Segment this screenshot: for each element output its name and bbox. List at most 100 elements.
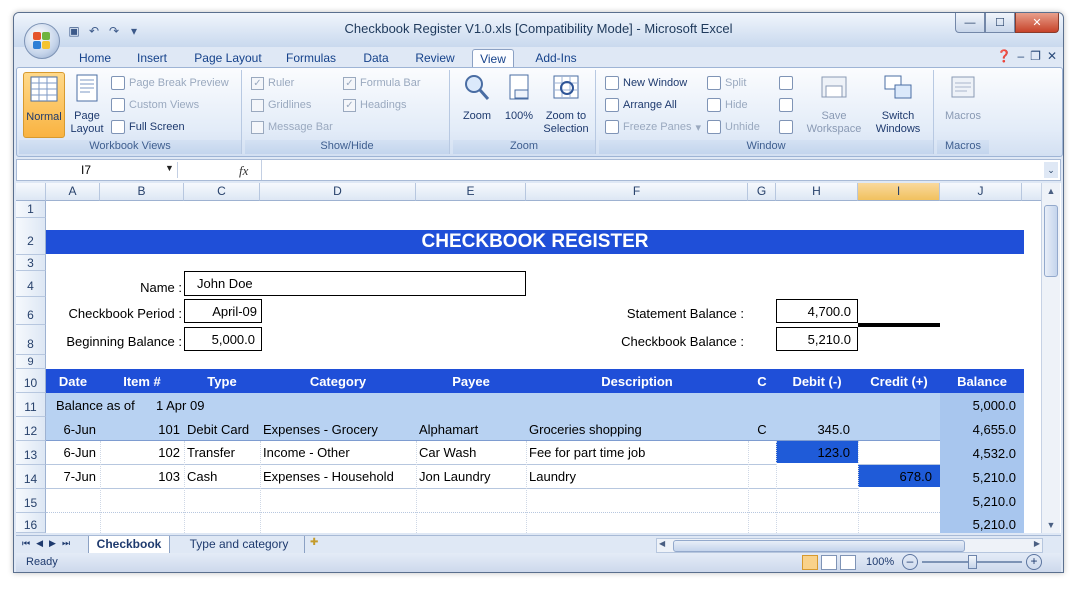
column-header-g[interactable]: G <box>748 183 776 201</box>
cell-credit[interactable] <box>858 441 940 465</box>
name-box[interactable]: I7 ▼ <box>23 162 178 178</box>
page-break-preview-button[interactable]: Page Break Preview <box>111 74 229 92</box>
page-layout-status-icon[interactable] <box>821 555 837 570</box>
row-header-4[interactable]: 4 <box>16 271 46 297</box>
switch-windows-button[interactable]: Switch Windows <box>867 72 929 136</box>
table-row[interactable] <box>46 513 940 533</box>
cell-type[interactable]: Debit Card <box>184 417 260 441</box>
cell-category[interactable]: Expenses - Household <box>260 465 416 489</box>
cell-item[interactable]: 101 <box>100 417 184 441</box>
table-row[interactable] <box>46 489 940 513</box>
cell-description[interactable]: Laundry <box>526 465 748 489</box>
scroll-thumb[interactable] <box>1044 205 1058 277</box>
scroll-down-icon[interactable]: ▼ <box>1042 517 1060 533</box>
zoom-to-selection-button[interactable]: Zoom to Selection <box>539 72 593 136</box>
row-header-11[interactable]: 11 <box>16 393 46 417</box>
row-header-1[interactable]: 1 <box>16 201 46 218</box>
minimize-button[interactable]: — <box>955 13 985 33</box>
first-sheet-icon[interactable]: ⏮ <box>22 538 30 549</box>
cell-item[interactable]: 103 <box>100 465 184 489</box>
sync-scroll-icon[interactable] <box>779 96 793 114</box>
sheet-tab-type-and-category[interactable]: Type and category <box>174 536 305 553</box>
zoom-out-icon[interactable]: – <box>902 554 918 570</box>
column-header-k[interactable] <box>1022 183 1042 201</box>
beginning-balance-field[interactable]: 5,000.0 <box>184 327 262 351</box>
h-scroll-thumb[interactable] <box>673 540 965 552</box>
formula-input[interactable] <box>261 160 1038 180</box>
row-header-14[interactable]: 14 <box>16 465 46 489</box>
cell-balance[interactable]: 5,210.0 <box>940 513 1024 533</box>
column-header-h[interactable]: H <box>776 183 858 201</box>
column-header-c[interactable]: C <box>184 183 260 201</box>
row-header-6[interactable]: 6 <box>16 297 46 325</box>
cell-item[interactable]: 102 <box>100 441 184 465</box>
cell-date[interactable]: 6-Jun <box>46 441 100 465</box>
office-button[interactable] <box>24 23 60 59</box>
normal-view-button[interactable]: Normal <box>23 72 65 138</box>
message-bar-checkbox[interactable]: Message Bar <box>251 118 333 136</box>
fx-icon[interactable]: fx <box>239 163 248 179</box>
cell-balance[interactable]: 4,655.0 <box>940 417 1024 441</box>
normal-view-status-icon[interactable] <box>802 555 818 570</box>
zoom-button[interactable]: Zoom <box>457 72 497 123</box>
workbook-close-icon[interactable]: ✕ <box>1047 49 1057 63</box>
workbook-restore-icon[interactable]: ❐ <box>1030 49 1041 63</box>
unhide-button[interactable]: Unhide <box>707 118 760 136</box>
period-field[interactable]: April-09 <box>184 299 262 323</box>
cell-type[interactable]: Cash <box>184 465 260 489</box>
hide-button[interactable]: Hide <box>707 96 748 114</box>
selected-cell-i7[interactable] <box>858 323 940 327</box>
view-side-by-side-icon[interactable] <box>779 74 793 92</box>
tab-insert[interactable]: Insert <box>130 49 174 67</box>
reset-window-icon[interactable] <box>779 118 793 136</box>
row-header-2[interactable]: 2 <box>16 218 46 255</box>
new-window-button[interactable]: New Window <box>605 74 687 92</box>
tab-formulas[interactable]: Formulas <box>280 49 342 67</box>
balance-as-of-date[interactable]: 1 Apr 09 <box>156 393 256 417</box>
zoom-slider[interactable] <box>922 555 1022 569</box>
cell-debit[interactable]: 345.0 <box>776 417 858 441</box>
cell-type[interactable]: Transfer <box>184 441 260 465</box>
tab-view[interactable]: View <box>472 49 514 69</box>
checkbook-balance-field[interactable]: 5,210.0 <box>776 327 858 351</box>
macros-button[interactable]: Macros <box>941 72 985 123</box>
horizontal-scrollbar[interactable]: ◀ ▶ <box>656 538 1043 553</box>
cell-debit[interactable]: 123.0 <box>776 441 858 463</box>
cell-description[interactable]: Groceries shopping <box>526 417 748 441</box>
row-header-12[interactable]: 12 <box>16 417 46 441</box>
row-header-13[interactable]: 13 <box>16 441 46 465</box>
page-break-status-icon[interactable] <box>840 555 856 570</box>
cell-payee[interactable]: Alphamart <box>416 417 526 441</box>
prev-sheet-icon[interactable]: ◀ <box>36 538 43 549</box>
scroll-up-icon[interactable]: ▲ <box>1042 183 1060 199</box>
cell-cleared[interactable] <box>748 465 776 489</box>
formula-bar-checkbox[interactable]: ✓ Formula Bar <box>343 74 421 92</box>
save-workspace-button[interactable]: Save Workspace <box>803 72 865 136</box>
zoom-in-icon[interactable]: + <box>1026 554 1042 570</box>
column-header-j[interactable]: J <box>940 183 1022 201</box>
gridlines-checkbox[interactable]: Gridlines <box>251 96 311 114</box>
cell-payee[interactable]: Car Wash <box>416 441 526 465</box>
cell-category[interactable]: Income - Other <box>260 441 416 465</box>
arrange-all-button[interactable]: Arrange All <box>605 96 677 114</box>
cell-credit[interactable]: 678.0 <box>858 465 940 487</box>
row-header-8[interactable]: 8 <box>16 325 46 355</box>
cell-balance[interactable]: 5,210.0 <box>940 489 1024 513</box>
row-header-16[interactable]: 16 <box>16 513 46 533</box>
row-header-10[interactable]: 10 <box>16 369 46 393</box>
tab-add-ins[interactable]: Add-Ins <box>528 49 584 67</box>
column-header-a[interactable]: A <box>46 183 100 201</box>
cell-cleared[interactable] <box>748 441 776 465</box>
freeze-panes-button[interactable]: Freeze Panes ▾ <box>605 118 701 136</box>
cell-payee[interactable]: Jon Laundry <box>416 465 526 489</box>
workbook-minimize-icon[interactable]: – <box>1017 49 1024 63</box>
cell-balance[interactable]: 4,532.0 <box>940 441 1024 465</box>
column-header-i[interactable]: I <box>858 183 940 201</box>
last-sheet-icon[interactable]: ⏭ <box>62 538 70 549</box>
row-header-3[interactable]: 3 <box>16 255 46 271</box>
name-box-dropdown-icon[interactable]: ▼ <box>165 163 174 173</box>
help-icon[interactable]: ❓ <box>997 49 1012 63</box>
sheet-tab-checkbook[interactable]: Checkbook <box>88 536 170 554</box>
opening-balance[interactable]: 5,000.0 <box>940 393 1024 417</box>
row-header-9[interactable]: 9 <box>16 355 46 369</box>
